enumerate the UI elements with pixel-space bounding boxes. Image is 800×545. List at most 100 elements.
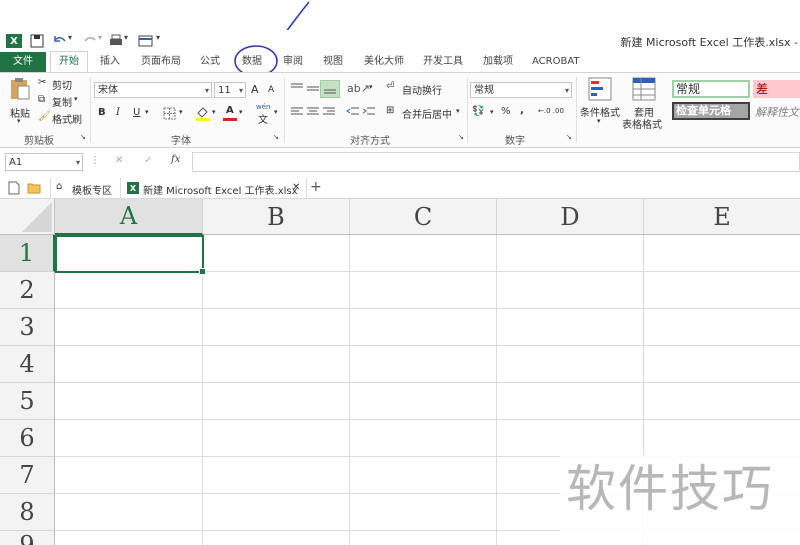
formula-input[interactable] bbox=[192, 152, 800, 172]
increase-indent-icon[interactable] bbox=[362, 106, 376, 118]
fill-color-icon[interactable] bbox=[195, 105, 211, 121]
row-header-8[interactable]: 8 bbox=[0, 494, 55, 531]
column-header-d[interactable]: D bbox=[497, 199, 644, 235]
align-bottom-button[interactable] bbox=[320, 80, 340, 98]
name-box-value: A1 bbox=[9, 157, 23, 168]
border-dropdown-icon[interactable]: ▾ bbox=[179, 108, 183, 116]
tab-acrobat[interactable]: ACROBAT bbox=[532, 52, 580, 72]
percent-button[interactable]: % bbox=[501, 106, 511, 117]
tab-file[interactable]: 文件 bbox=[0, 52, 46, 72]
format-as-table-button[interactable]: 套用 表格格式 bbox=[622, 77, 666, 131]
tab-beautify-master[interactable]: 美化大师 bbox=[364, 52, 404, 72]
style-bad[interactable]: 差 bbox=[753, 80, 800, 98]
redo-icon[interactable] bbox=[82, 34, 98, 48]
number-format-select[interactable]: 常规 ▾ bbox=[470, 82, 572, 98]
template-zone-label: 模板专区 bbox=[72, 186, 112, 197]
print-dropdown-icon[interactable]: ▾ bbox=[124, 33, 128, 42]
tab-view[interactable]: 视图 bbox=[323, 52, 343, 72]
number-launcher-icon[interactable]: ↘ bbox=[566, 133, 572, 141]
orientation-dropdown-icon[interactable]: ▾ bbox=[369, 83, 373, 91]
row-header-3[interactable]: 3 bbox=[0, 309, 55, 346]
new-document-icon[interactable] bbox=[8, 181, 20, 195]
font-color-dropdown-icon[interactable]: ▾ bbox=[239, 108, 243, 116]
clipboard-launcher-icon[interactable]: ↘ bbox=[80, 133, 86, 141]
row-header-1[interactable]: 1 bbox=[0, 235, 55, 272]
save-icon[interactable] bbox=[30, 34, 46, 48]
select-all-triangle-icon bbox=[22, 202, 52, 232]
align-left-icon[interactable] bbox=[290, 106, 304, 118]
align-right-icon[interactable] bbox=[322, 106, 336, 118]
redo-dropdown-icon[interactable]: ▾ bbox=[98, 33, 102, 42]
orientation-icon[interactable]: ab↗ bbox=[347, 82, 370, 95]
tab-page-layout[interactable]: 页面布局 bbox=[141, 52, 181, 72]
undo-icon[interactable] bbox=[52, 34, 68, 48]
print-icon[interactable] bbox=[108, 34, 124, 48]
grow-font-button[interactable]: A bbox=[251, 83, 259, 96]
phonetic-dropdown-icon[interactable]: ▾ bbox=[274, 108, 278, 116]
style-normal[interactable]: 常规 bbox=[672, 80, 750, 98]
insert-function-icon[interactable]: fx bbox=[171, 154, 180, 165]
align-top-icon[interactable] bbox=[290, 82, 304, 94]
cancel-icon[interactable]: ✕ bbox=[115, 155, 123, 166]
customize-qat-icon[interactable]: ▾ bbox=[156, 33, 160, 42]
folder-icon[interactable] bbox=[27, 182, 41, 194]
tab-developer[interactable]: 开发工具 bbox=[423, 52, 463, 72]
column-header-c[interactable]: C bbox=[350, 199, 497, 235]
row-header-5[interactable]: 5 bbox=[0, 383, 55, 420]
font-color-glyph: A bbox=[226, 105, 234, 116]
font-name-select[interactable]: 宋体 ▾ bbox=[94, 82, 212, 98]
close-tab-icon[interactable]: ✕ bbox=[292, 182, 300, 193]
style-explanatory[interactable]: 解释性文 bbox=[755, 104, 800, 122]
form-icon[interactable] bbox=[138, 34, 154, 48]
alignment-launcher-icon[interactable]: ↘ bbox=[458, 133, 464, 141]
shrink-font-button[interactable]: A bbox=[268, 85, 274, 95]
currency-icon[interactable]: 💱 bbox=[472, 106, 484, 117]
align-middle-icon[interactable] bbox=[306, 82, 320, 94]
phonetic-guide-button[interactable]: wén 文 bbox=[256, 103, 274, 126]
row-header-9[interactable]: 9 bbox=[0, 531, 55, 545]
spreadsheet-grid[interactable]: A B C D E 1 2 3 4 5 6 7 8 9 软件技巧 bbox=[0, 199, 800, 545]
font-color-button[interactable]: A bbox=[223, 104, 237, 121]
undo-dropdown-icon[interactable]: ▾ bbox=[68, 33, 72, 42]
italic-button[interactable]: I bbox=[116, 107, 120, 118]
style-check-cell[interactable]: 检查单元格 bbox=[672, 102, 750, 120]
tab-insert[interactable]: 插入 bbox=[100, 52, 120, 72]
formula-bar: A1 ▾ ⋮ ✕ ✓ fx bbox=[0, 150, 800, 174]
align-center-icon[interactable] bbox=[306, 106, 320, 118]
tab-addins[interactable]: 加载项 bbox=[483, 52, 513, 72]
increase-decimal-button[interactable]: ←.0 .00 bbox=[538, 107, 564, 115]
border-icon[interactable] bbox=[163, 107, 177, 120]
fill-color-dropdown-icon[interactable]: ▾ bbox=[212, 108, 216, 116]
bold-button[interactable]: B bbox=[98, 107, 106, 118]
conditional-formatting-button[interactable]: 条件格式 ▾ bbox=[580, 77, 620, 129]
row-header-4[interactable]: 4 bbox=[0, 346, 55, 383]
underline-button[interactable]: U bbox=[133, 107, 140, 118]
tab-review[interactable]: 审阅 bbox=[283, 52, 303, 72]
fill-handle[interactable] bbox=[199, 268, 206, 275]
tab-home[interactable]: 开始 bbox=[50, 51, 88, 72]
paste-button[interactable]: 粘贴 ▾ bbox=[6, 77, 34, 125]
row-header-7[interactable]: 7 bbox=[0, 457, 55, 494]
window-title: 新建 Microsoft Excel 工作表.xlsx - bbox=[620, 36, 798, 49]
column-header-b[interactable]: B bbox=[203, 199, 350, 235]
decrease-indent-icon[interactable] bbox=[346, 106, 360, 118]
ribbon: 粘贴 ▾ ✂ 剪切 ⧉ 复制 ▾ 🖌 格式刷 剪贴板 ↘ 宋体 ▾ 11 ▾ A A… bbox=[0, 72, 800, 148]
underline-dropdown-icon[interactable]: ▾ bbox=[145, 108, 149, 116]
column-header-a[interactable]: A bbox=[55, 199, 203, 235]
select-all-button[interactable] bbox=[0, 199, 55, 235]
name-box[interactable]: A1 ▾ bbox=[5, 153, 83, 171]
row-header-2[interactable]: 2 bbox=[0, 272, 55, 309]
active-cell-a1[interactable] bbox=[55, 235, 206, 275]
alignment-group-label: 对齐方式 bbox=[350, 136, 390, 147]
comma-button[interactable]: , bbox=[520, 105, 524, 116]
add-tab-button[interactable]: + bbox=[310, 179, 322, 195]
currency-dropdown-icon[interactable]: ▾ bbox=[490, 108, 494, 116]
font-launcher-icon[interactable]: ↘ bbox=[273, 133, 279, 141]
workbook-file-tab[interactable]: X 新建 Microsoft Excel 工作表.xlsx ✕ bbox=[120, 178, 307, 198]
column-header-e[interactable]: E bbox=[644, 199, 800, 235]
enter-icon[interactable]: ✓ bbox=[144, 155, 152, 166]
row-header-6[interactable]: 6 bbox=[0, 420, 55, 457]
tab-formulas[interactable]: 公式 bbox=[200, 52, 220, 72]
font-size-select[interactable]: 11 ▾ bbox=[214, 82, 246, 98]
chevron-down-icon: ▾ bbox=[204, 86, 209, 95]
